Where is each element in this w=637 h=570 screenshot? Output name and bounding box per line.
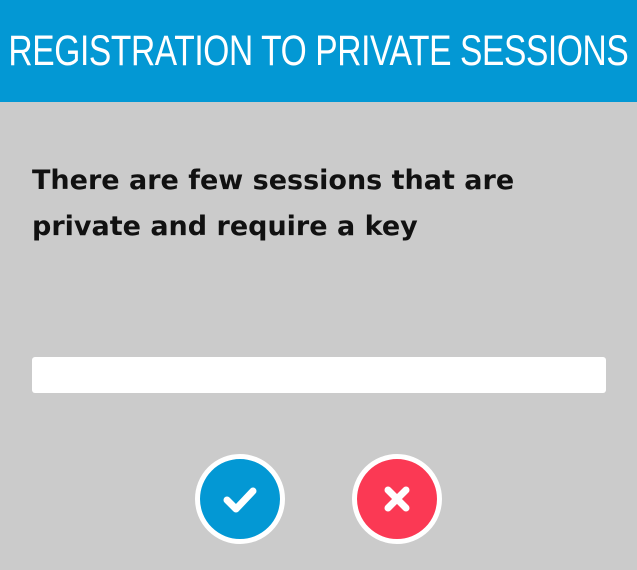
registration-dialog: REGISTRATION TO PRIVATE SESSIONS There a… bbox=[0, 0, 637, 570]
cancel-button[interactable] bbox=[352, 454, 442, 544]
confirm-button[interactable] bbox=[195, 454, 285, 544]
check-icon bbox=[223, 487, 257, 513]
dialog-header: REGISTRATION TO PRIVATE SESSIONS bbox=[0, 0, 637, 102]
dialog-title: REGISTRATION TO PRIVATE SESSIONS bbox=[8, 26, 629, 75]
session-key-input[interactable] bbox=[32, 357, 606, 393]
dialog-message: There are few sessions that are private … bbox=[32, 165, 515, 242]
close-icon bbox=[384, 486, 410, 512]
